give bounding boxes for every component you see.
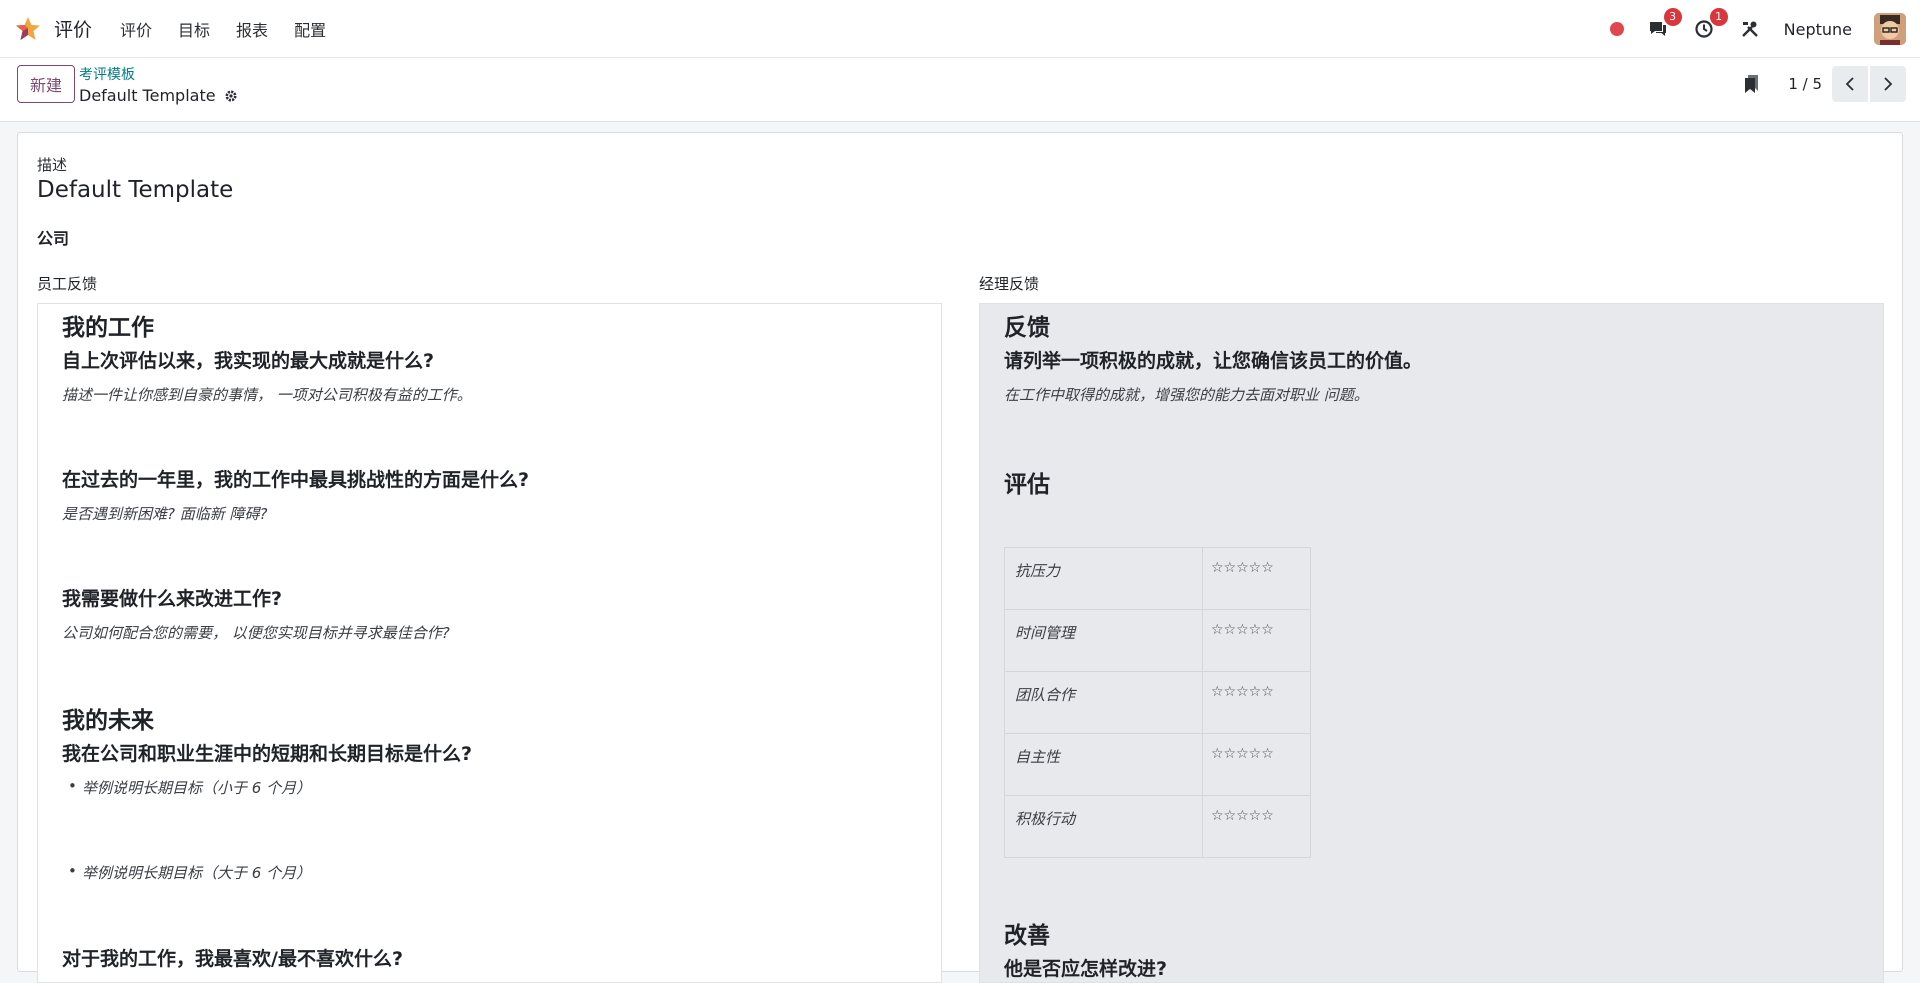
heading-evaluation: 评估 xyxy=(1004,472,1050,498)
form-sheet: 描述 Default Template 公司 员工反馈 经理反馈 我的工作 自上… xyxy=(17,132,1903,983)
heading-my-work: 我的工作 xyxy=(62,315,154,341)
hint-achievement: 描述一件让你感到自豪的事情， 一项对公司积极有益的工作。 xyxy=(62,386,472,404)
new-button[interactable]: 新建 xyxy=(17,65,75,103)
pager: 1 / 5 xyxy=(1744,66,1906,102)
rating-stars[interactable]: ☆☆☆☆☆ xyxy=(1202,733,1311,796)
rating-name: 自主性 xyxy=(1004,733,1203,796)
breadcrumb-parent-link[interactable]: 考评模板 xyxy=(79,64,238,84)
question-challenges: 在过去的一年里，我的工作中最具挑战性的方面是什么? xyxy=(62,469,530,491)
pager-previous-button[interactable] xyxy=(1832,66,1868,102)
table-row: 自主性 ☆☆☆☆☆ xyxy=(1004,733,1311,796)
question-goals: 我在公司和职业生涯中的短期和长期目标是什么? xyxy=(62,743,473,765)
debug-tools-icon[interactable] xyxy=(1738,17,1762,41)
hint-improve: 公司如何配合您的需要， 以便您实现目标并寻求最佳合作? xyxy=(62,624,450,642)
description-field[interactable]: Default Template xyxy=(37,177,233,203)
chevron-left-icon xyxy=(1845,77,1854,91)
app-title[interactable]: 评价 xyxy=(54,15,92,42)
evaluation-table: 抗压力 ☆☆☆☆☆ 时间管理 ☆☆☆☆☆ 团队合作 ☆☆☆☆☆ 自主性 ☆☆☆☆… xyxy=(1004,547,1311,858)
rating-stars[interactable]: ☆☆☆☆☆ xyxy=(1202,671,1311,734)
messages-badge: 3 xyxy=(1663,8,1682,26)
bookmark-icon[interactable] xyxy=(1744,74,1760,94)
question-achievement: 自上次评估以来，我实现的最大成就是什么? xyxy=(62,350,435,372)
pager-next-button[interactable] xyxy=(1870,66,1906,102)
heading-improvement: 改善 xyxy=(1004,923,1050,949)
rating-name: 时间管理 xyxy=(1004,609,1203,672)
hint-positive-achievement: 在工作中取得的成就，增强您的能力去面对职业 问题。 xyxy=(1004,386,1369,404)
rating-name: 抗压力 xyxy=(1004,547,1203,610)
record-title-text: Default Template xyxy=(79,86,216,105)
table-row: 积极行动 ☆☆☆☆☆ xyxy=(1004,795,1311,858)
user-avatar[interactable] xyxy=(1874,13,1906,45)
question-positive-achievement: 请列举一项积极的成就，让您确信该员工的价值。 xyxy=(1004,350,1423,372)
employee-feedback-editor[interactable]: 我的工作 自上次评估以来，我实现的最大成就是什么? 描述一件让你感到自豪的事情，… xyxy=(37,303,942,983)
user-name[interactable]: Neptune xyxy=(1784,20,1852,39)
activity-badge: 1 xyxy=(1709,8,1728,26)
rating-stars[interactable]: ☆☆☆☆☆ xyxy=(1202,547,1311,610)
menu-item-reporting[interactable]: 报表 xyxy=(236,17,268,41)
table-row: 时间管理 ☆☆☆☆☆ xyxy=(1004,609,1311,672)
company-label: 公司 xyxy=(37,229,70,248)
main-menu: 评价 目标 报表 配置 xyxy=(120,17,326,41)
rating-stars[interactable]: ☆☆☆☆☆ xyxy=(1202,609,1311,672)
pager-value[interactable]: 1 / 5 xyxy=(1788,75,1822,93)
description-label: 描述 xyxy=(37,156,68,174)
question-likes: 对于我的工作，我最喜欢/最不喜欢什么? xyxy=(62,948,403,970)
app-logo-icon[interactable] xyxy=(14,15,42,43)
question-improve: 我需要做什么来改进工作? xyxy=(62,588,283,610)
rating-name: 积极行动 xyxy=(1004,795,1203,858)
messages-button[interactable]: 3 xyxy=(1646,8,1682,41)
table-row: 抗压力 ☆☆☆☆☆ xyxy=(1004,547,1311,610)
chat-icon xyxy=(1649,22,1666,36)
rating-name: 团队合作 xyxy=(1004,671,1203,734)
navbar-systray: 3 1 Neptune xyxy=(1609,0,1906,58)
table-row: 团队合作 ☆☆☆☆☆ xyxy=(1004,671,1311,734)
question-how-improve: 他是否应怎样改进? xyxy=(1004,958,1168,980)
top-navbar: 评价 评价 目标 报表 配置 3 1 Neptune xyxy=(0,0,1920,58)
control-panel: 新建 考评模板 Default Template 1 / 5 xyxy=(0,58,1920,122)
bullet-short-term: 举例说明长期目标（小于 6 个月） xyxy=(68,777,311,798)
heading-feedback: 反馈 xyxy=(1004,315,1050,341)
activity-button[interactable]: 1 xyxy=(1692,8,1728,41)
status-dot-icon[interactable] xyxy=(1609,22,1624,36)
breadcrumb: 考评模板 Default Template xyxy=(79,64,238,105)
heading-my-future: 我的未来 xyxy=(62,708,154,734)
menu-item-configuration[interactable]: 配置 xyxy=(294,17,326,41)
hint-challenges: 是否遇到新困难? 面临新 障碍? xyxy=(62,505,268,523)
chevron-right-icon xyxy=(1884,77,1893,91)
menu-item-appraisal[interactable]: 评价 xyxy=(120,17,152,41)
manager-feedback-label: 经理反馈 xyxy=(979,275,1040,293)
record-title: Default Template xyxy=(79,86,238,105)
employee-feedback-label: 员工反馈 xyxy=(37,275,98,293)
manager-feedback-editor[interactable]: 反馈 请列举一项积极的成就，让您确信该员工的价值。 在工作中取得的成就，增强您的… xyxy=(979,303,1884,983)
bullet-long-term: 举例说明长期目标（大于 6 个月） xyxy=(68,862,311,883)
menu-item-goals[interactable]: 目标 xyxy=(178,17,210,41)
gear-icon[interactable] xyxy=(224,89,238,103)
rating-stars[interactable]: ☆☆☆☆☆ xyxy=(1202,795,1311,858)
